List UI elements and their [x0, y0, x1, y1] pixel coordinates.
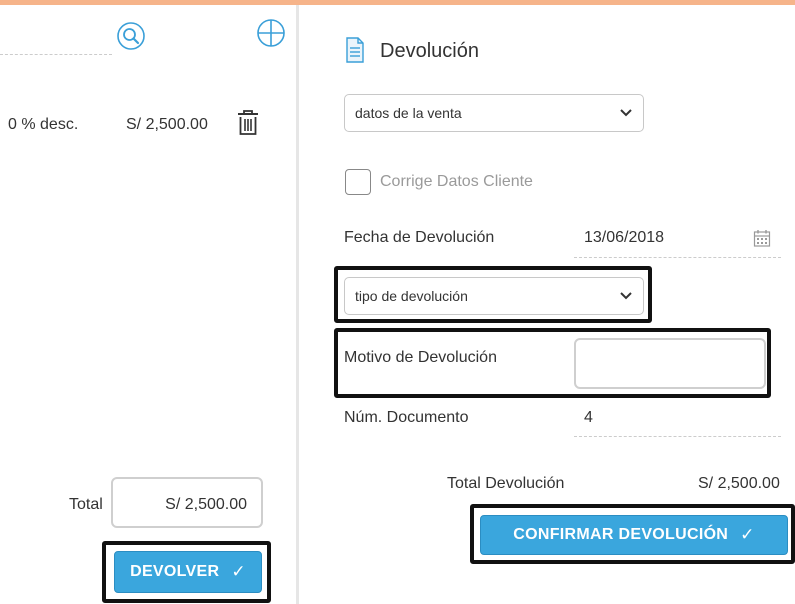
sale-detail-panel: 0 % desc. S/ 2,500.00 Total S/ 2,500.00: [0, 5, 296, 604]
trash-icon[interactable]: [236, 109, 260, 137]
calendar-icon[interactable]: [753, 229, 771, 247]
document-icon: [346, 37, 364, 63]
fecha-underline: [574, 257, 781, 258]
check-icon: ✓: [740, 525, 755, 544]
total-label: Total: [69, 496, 103, 513]
venta-select[interactable]: datos de la venta: [344, 94, 644, 132]
num-documento-underline: [574, 436, 781, 437]
total-devolucion-label: Total Devolución: [447, 475, 565, 492]
tipo-devolucion-select[interactable]: tipo de devolución: [344, 277, 644, 315]
search-icon[interactable]: [116, 21, 146, 51]
tipo-devolucion-value: tipo de devolución: [355, 288, 468, 304]
motivo-devolucion-label: Motivo de Devolución: [344, 349, 497, 366]
corrige-datos-label: Corrige Datos Cliente: [380, 173, 533, 190]
devolver-button-label: DEVOLVER: [130, 563, 220, 580]
devolver-button[interactable]: DEVOLVER ✓: [114, 551, 262, 593]
check-icon: ✓: [231, 562, 246, 581]
confirmar-button-label: CONFIRMAR DEVOLUCIÓN: [513, 526, 729, 543]
corrige-datos-checkbox[interactable]: [345, 169, 371, 195]
total-devolucion-value: S/ 2,500.00: [698, 475, 780, 492]
fecha-devolucion-label: Fecha de Devolución: [344, 229, 495, 246]
venta-select-value: datos de la venta: [355, 105, 462, 121]
add-icon[interactable]: [256, 18, 286, 48]
page-title: Devolución: [380, 40, 479, 62]
fecha-devolucion-value[interactable]: 13/06/2018: [584, 229, 664, 247]
chevron-down-icon: [620, 292, 632, 300]
panel-divider: [296, 5, 299, 604]
num-documento-label: Núm. Documento: [344, 409, 469, 426]
search-input-underline[interactable]: [0, 54, 112, 55]
total-value-field: S/ 2,500.00: [111, 477, 263, 528]
num-documento-value[interactable]: 4: [584, 409, 593, 427]
motivo-devolucion-input[interactable]: [574, 338, 766, 389]
line-item-discount: 0 % desc.: [8, 116, 79, 133]
line-item-price: S/ 2,500.00: [126, 116, 208, 133]
confirmar-devolucion-button[interactable]: CONFIRMAR DEVOLUCIÓN ✓: [480, 515, 788, 555]
chevron-down-icon: [620, 109, 632, 117]
